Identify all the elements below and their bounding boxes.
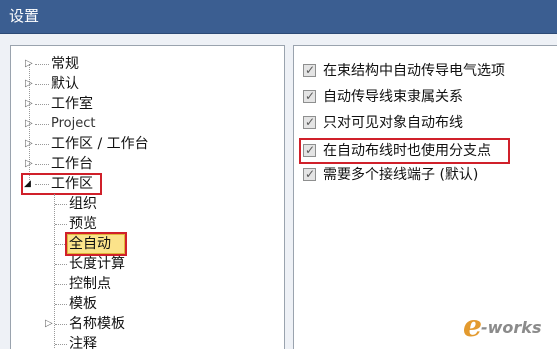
tree-connector xyxy=(55,324,67,325)
tree-node-studio[interactable]: ▷ 工作室 xyxy=(11,94,284,114)
tree-node-label: 控制点 xyxy=(69,276,111,292)
tree-connector xyxy=(55,304,67,305)
option-label: 需要多个接线端子 (默认) xyxy=(323,167,479,183)
tree-node-length-calculation[interactable]: 长度计算 xyxy=(11,254,284,274)
tree-connector xyxy=(55,204,67,205)
window-title: 设置 xyxy=(9,7,40,25)
tree-connector xyxy=(35,164,49,165)
checkbox[interactable]: ✓ xyxy=(303,63,316,77)
tree-connector xyxy=(55,284,67,285)
expand-arrow-icon[interactable]: ▷ xyxy=(25,74,33,94)
expand-arrow-icon[interactable]: ▷ xyxy=(25,134,33,154)
checkmark-icon: ✓ xyxy=(305,89,316,103)
tree-node-label: 组织 xyxy=(69,196,97,212)
tree-node-organization[interactable]: 组织 xyxy=(11,194,284,214)
tree-node-default[interactable]: ▷ 默认 xyxy=(11,74,284,94)
tree-node-name-templates[interactable]: ▷ 名称模板 xyxy=(11,314,284,334)
expand-arrow-icon[interactable]: ▷ xyxy=(25,154,33,174)
tree-node-general[interactable]: ▷ 常规 xyxy=(11,54,284,74)
checkmark-icon: ✓ xyxy=(305,63,316,77)
tree-node-label: 常规 xyxy=(51,56,79,72)
expand-arrow-icon[interactable]: ▷ xyxy=(45,314,53,334)
tree-connector xyxy=(35,84,49,85)
tree-connector xyxy=(35,104,49,105)
tree-node-label: 默认 xyxy=(51,76,79,92)
option-label: 在束结构中自动传导电气选项 xyxy=(323,63,505,79)
tree-node-fully-automatic[interactable]: 全自动 xyxy=(11,234,284,254)
checkmark-icon: ✓ xyxy=(305,167,316,181)
checkbox[interactable]: ✓ xyxy=(303,115,316,129)
checkbox[interactable]: ✓ xyxy=(303,89,316,103)
tree-connector xyxy=(55,224,67,225)
checkbox[interactable]: ✓ xyxy=(303,167,316,181)
tree-node-label: 工作区 / 工作台 xyxy=(51,136,149,152)
tree-node-project[interactable]: ▷ Project xyxy=(11,114,284,134)
highlight-box-fully-automatic xyxy=(65,232,127,256)
tree-node-templates[interactable]: 模板 xyxy=(11,294,284,314)
tree-node-control-points[interactable]: 控制点 xyxy=(11,274,284,294)
tree-node-label: 工作台 xyxy=(51,156,93,172)
settings-tree-panel[interactable]: ▷ 常规 ▷ 默认 ▷ 工作室 ▷ Project ▷ 工作区 / 工作台 ▷ … xyxy=(10,45,285,349)
tree-node-label: 模板 xyxy=(69,296,97,312)
tree-node-workbench[interactable]: ▷ 工作台 xyxy=(11,154,284,174)
tree-node-workspace-workbench[interactable]: ▷ 工作区 / 工作台 xyxy=(11,134,284,154)
expand-arrow-icon[interactable]: ▷ xyxy=(25,54,33,74)
tree-node-label: 名称模板 xyxy=(69,316,125,332)
expand-arrow-icon[interactable]: ▷ xyxy=(25,94,33,114)
option-label: 自动传导线束隶属关系 xyxy=(323,89,463,105)
option-label: 只对可见对象自动布线 xyxy=(323,115,463,131)
options-panel: ✓ 在束结构中自动传导电气选项 ✓ 自动传导线束隶属关系 ✓ 只对可见对象自动布… xyxy=(293,45,557,349)
tree-node-label: 长度计算 xyxy=(69,256,125,272)
tree-connector xyxy=(35,124,49,125)
tree-connector xyxy=(35,64,49,65)
tree-connector xyxy=(55,344,67,345)
tree-node-label: 预览 xyxy=(69,216,97,232)
tree-node-preview[interactable]: 预览 xyxy=(11,214,284,234)
title-bar: 设置 xyxy=(0,0,557,34)
expand-arrow-icon[interactable]: ▷ xyxy=(25,114,33,134)
tree-node-label: 注释 xyxy=(69,336,97,349)
tree-node-label: 工作室 xyxy=(51,96,93,112)
highlight-box-branch-points xyxy=(299,138,510,164)
tree-node-label: Project xyxy=(51,116,96,131)
checkmark-icon: ✓ xyxy=(305,115,316,129)
tree-node-annotations[interactable]: 注释 xyxy=(11,334,284,349)
highlight-box-workspace xyxy=(21,173,102,195)
tree-connector xyxy=(55,264,67,265)
tree-connector xyxy=(35,144,49,145)
